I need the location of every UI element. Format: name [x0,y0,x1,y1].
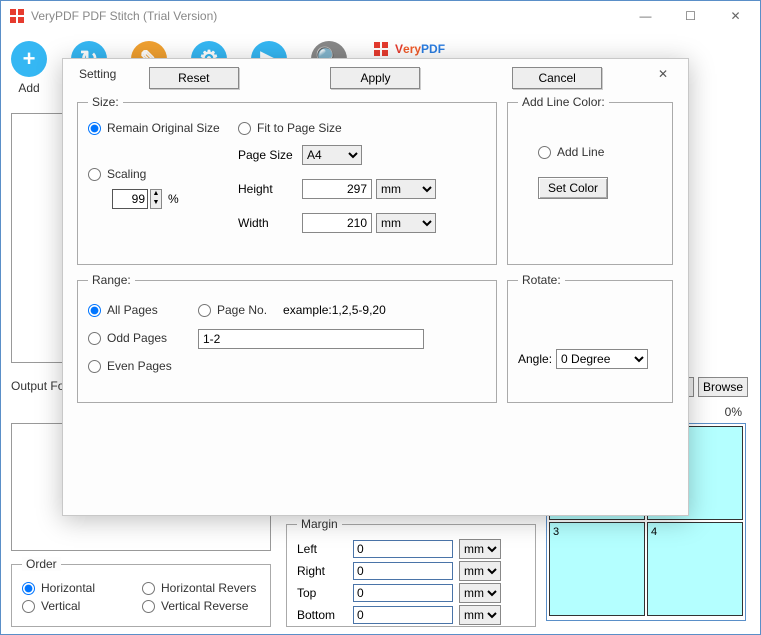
order-vertical-radio[interactable] [22,600,35,613]
angle-label: Angle: [518,352,552,366]
range-even-label: Even Pages [107,359,172,373]
margin-top-label: Top [297,586,347,600]
size-scaling-label: Scaling [107,167,146,181]
margin-right-label: Right [297,564,347,578]
rotate-group: Rotate: Angle: 0 Degree [507,273,673,403]
minimize-button[interactable]: — [623,2,668,30]
range-all-radio[interactable] [88,304,101,317]
browse-button[interactable]: Browse [698,377,748,397]
titlebar: VeryPDF PDF Stitch (Trial Version) — ☐ ✕ [1,1,760,31]
margin-group: Margin Left mm Right mm Top mm Bottom mm [286,517,536,627]
scaling-input[interactable] [112,189,148,209]
order-legend: Order [22,557,61,571]
margin-left-label: Left [297,542,347,556]
margin-left-unit[interactable]: mm [459,539,501,559]
margin-left-input[interactable] [353,540,453,558]
range-odd-label: Odd Pages [107,331,167,345]
margin-bottom-unit[interactable]: mm [459,605,501,625]
size-remain-radio[interactable] [88,122,101,135]
range-pageno-label: Page No. [217,303,267,317]
add-tool[interactable]: + Add [11,41,47,95]
height-unit-select[interactable]: mm [376,179,436,199]
app-icon [9,8,25,24]
height-input[interactable] [302,179,372,199]
page-size-select[interactable]: A4 [302,145,362,165]
size-scaling-radio[interactable] [88,168,101,181]
margin-bottom-label: Bottom [297,608,347,622]
range-even-radio[interactable] [88,360,101,373]
width-label: Width [238,216,298,230]
order-horizontal-label: Horizontal [41,581,95,595]
preview-cell-3: 3 [549,522,645,616]
size-fit-radio[interactable] [238,122,251,135]
range-all-label: All Pages [107,303,158,317]
line-color-legend: Add Line Color: [518,95,609,109]
percent-label: % [168,192,179,206]
range-pageno-radio[interactable] [198,304,211,317]
add-line-radio[interactable] [538,146,551,159]
add-label: Add [18,81,39,95]
cancel-button[interactable]: Cancel [512,67,602,89]
progress-label: 0% [725,405,742,419]
size-legend: Size: [88,95,123,109]
plus-icon: + [11,41,47,77]
page-number-input[interactable] [198,329,424,349]
logo: VeryPDF [371,41,445,57]
order-vreverse-radio[interactable] [142,600,155,613]
size-group: Size: Remain Original Size Scaling ▲▼ % … [77,95,497,265]
width-input[interactable] [302,213,372,233]
margin-top-unit[interactable]: mm [459,583,501,603]
size-remain-label: Remain Original Size [107,121,220,135]
size-fit-label: Fit to Page Size [257,121,342,135]
preview-cell-4: 4 [647,522,743,616]
apply-button[interactable]: Apply [330,67,420,89]
maximize-button[interactable]: ☐ [668,2,713,30]
order-vreverse-label: Vertical Reverse [161,599,248,613]
angle-select[interactable]: 0 Degree [556,349,648,369]
setting-dialog: Setting ✕ Size: Remain Original Size Sca… [62,58,689,516]
rotate-legend: Rotate: [518,273,565,287]
close-button[interactable]: ✕ [713,2,758,30]
set-color-button[interactable]: Set Color [538,177,608,199]
reset-button[interactable]: Reset [149,67,239,89]
order-horizontal-radio[interactable] [22,582,35,595]
scaling-spinner[interactable]: ▲▼ [150,189,162,209]
order-vertical-label: Vertical [41,599,80,613]
width-unit-select[interactable]: mm [376,213,436,233]
range-odd-radio[interactable] [88,332,101,345]
window-title: VeryPDF PDF Stitch (Trial Version) [31,9,623,23]
range-group: Range: All Pages Odd Pages Even Pages Pa… [77,273,497,403]
add-line-label: Add Line [557,145,604,159]
order-group: Order Horizontal Vertical Horizontal Rev… [11,557,271,627]
margin-right-unit[interactable]: mm [459,561,501,581]
margin-legend: Margin [297,517,342,531]
range-example-label: example:1,2,5-9,20 [283,303,386,317]
height-label: Height [238,182,298,196]
margin-bottom-input[interactable] [353,606,453,624]
order-hreverse-label: Horizontal Revers [161,581,256,595]
line-color-group: Add Line Color: Add Line Set Color [507,95,673,265]
range-legend: Range: [88,273,135,287]
order-hreverse-radio[interactable] [142,582,155,595]
page-size-label: Page Size [238,148,298,162]
margin-top-input[interactable] [353,584,453,602]
output-folder-label: Output Fo [11,379,64,393]
margin-right-input[interactable] [353,562,453,580]
